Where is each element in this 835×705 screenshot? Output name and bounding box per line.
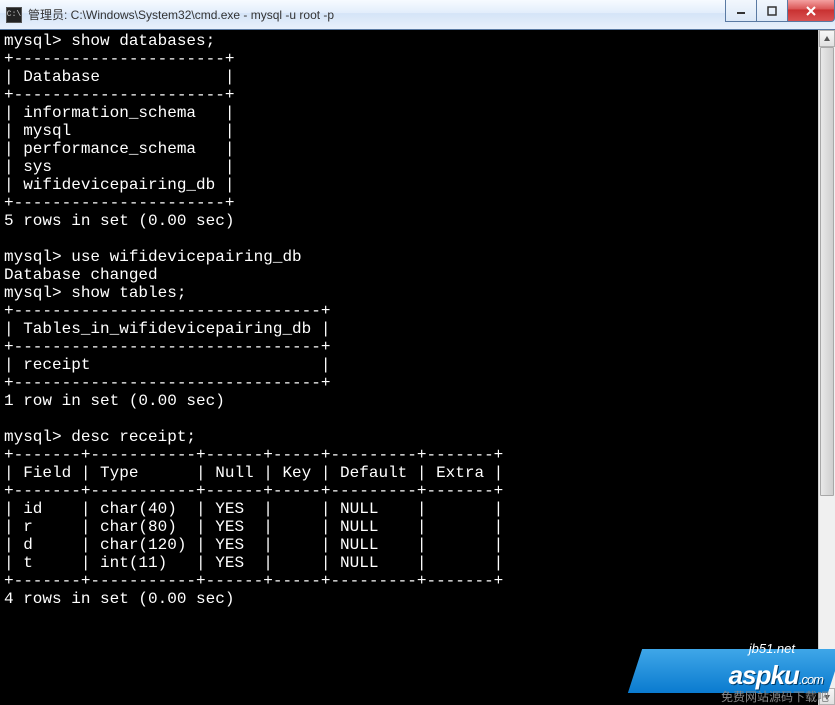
scroll-up-button[interactable]	[819, 30, 835, 47]
maximize-button[interactable]	[756, 0, 788, 22]
cmd-window: C:\ 管理员: C:\Windows\System32\cmd.exe - m…	[0, 0, 835, 705]
vertical-scrollbar[interactable]	[818, 30, 835, 705]
titlebar[interactable]: C:\ 管理员: C:\Windows\System32\cmd.exe - m…	[0, 0, 835, 30]
cmd-icon: C:\	[6, 7, 22, 23]
terminal-area: mysql> show databases; +----------------…	[0, 30, 835, 705]
window-title: 管理员: C:\Windows\System32\cmd.exe - mysql…	[28, 6, 334, 23]
minimize-button[interactable]	[725, 0, 757, 22]
terminal-output[interactable]: mysql> show databases; +----------------…	[0, 30, 818, 705]
close-button[interactable]	[787, 0, 835, 22]
scroll-down-button[interactable]	[819, 688, 835, 705]
scroll-thumb[interactable]	[820, 47, 834, 496]
scroll-track[interactable]	[819, 47, 835, 688]
window-controls	[726, 0, 835, 22]
